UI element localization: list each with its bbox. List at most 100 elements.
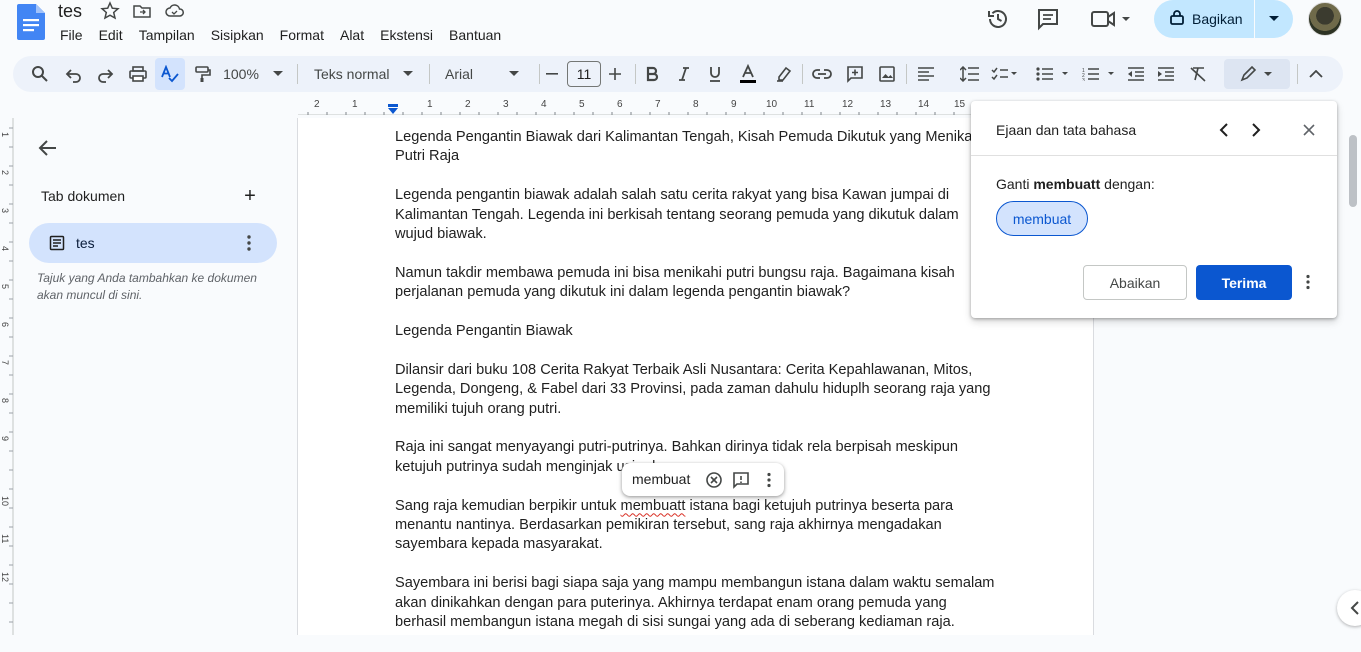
horizontal-ruler[interactable]: 2 1 1 2 3 4 5 6 7 8 9 10 11 12 13 14 15 bbox=[298, 97, 978, 115]
underline-icon[interactable] bbox=[703, 56, 727, 92]
paragraph-style-value: Teks normal bbox=[314, 66, 390, 82]
vruler-mark: 6 bbox=[0, 322, 10, 328]
indent-decrease-icon[interactable] bbox=[1123, 56, 1149, 92]
more-vert-icon[interactable] bbox=[760, 471, 778, 489]
replace-instruction: Ganti membuatt dengan: bbox=[996, 176, 1155, 192]
accept-button[interactable]: Terima bbox=[1196, 265, 1292, 300]
menu-view[interactable]: Tampilan bbox=[131, 24, 203, 46]
vruler-mark: 7 bbox=[0, 360, 10, 366]
formatting-toolbar: 100% Teks normal Arial 11 1 2 3 bbox=[13, 56, 1343, 92]
paragraph-style-select[interactable]: Teks normal bbox=[307, 56, 419, 92]
menu-extensions[interactable]: Ekstensi bbox=[372, 24, 441, 46]
font-family-select[interactable]: Arial bbox=[439, 56, 537, 92]
paint-format-icon[interactable] bbox=[189, 56, 215, 92]
paragraph[interactable]: Sayembara ini berisi bagi siapa saja yan… bbox=[395, 574, 1000, 632]
line-spacing-icon[interactable] bbox=[957, 56, 983, 92]
redo-icon[interactable] bbox=[92, 56, 118, 92]
decrease-font-size-button[interactable] bbox=[543, 56, 561, 92]
paragraph[interactable]: Namun takdir membawa pemuda ini bisa men… bbox=[395, 264, 1000, 303]
inline-suggested-word[interactable]: membuat bbox=[632, 471, 690, 487]
paragraph-with-error[interactable]: Sang raja kemudian berpikir untuk membua… bbox=[395, 497, 1000, 555]
menu-tools[interactable]: Alat bbox=[332, 24, 372, 46]
menu-edit[interactable]: Edit bbox=[91, 24, 131, 46]
ruler-mark: 2 bbox=[465, 99, 471, 110]
image-icon[interactable] bbox=[874, 56, 900, 92]
tabs-hint-text: Tajuk yang Anda tambahkan ke dokumen aka… bbox=[37, 271, 257, 302]
share-button[interactable]: Bagikan bbox=[1154, 0, 1293, 38]
paragraph[interactable]: Dilansir dari buku 108 Cerita Rakyat Ter… bbox=[395, 361, 1000, 419]
ruler-mark: 15 bbox=[954, 99, 966, 110]
inline-spelling-suggestion[interactable]: membuat bbox=[622, 463, 784, 496]
version-history-icon[interactable] bbox=[985, 6, 1011, 32]
account-avatar[interactable] bbox=[1308, 2, 1342, 36]
font-size-input[interactable]: 11 bbox=[567, 61, 601, 87]
misspelled-word: membuatt bbox=[1033, 176, 1101, 192]
more-vert-icon[interactable] bbox=[1299, 273, 1317, 291]
move-folder-icon[interactable] bbox=[132, 1, 152, 21]
collapse-icon[interactable] bbox=[1303, 56, 1329, 92]
close-icon[interactable] bbox=[1298, 119, 1320, 141]
ignore-button[interactable]: Abaikan bbox=[1083, 265, 1187, 300]
menu-insert[interactable]: Sisipkan bbox=[203, 24, 272, 46]
ruler-mark: 11 bbox=[804, 99, 815, 110]
star-icon[interactable] bbox=[100, 1, 120, 21]
chevron-left-icon[interactable] bbox=[1213, 119, 1235, 141]
menu-help[interactable]: Bantuan bbox=[441, 24, 509, 46]
undo-icon[interactable] bbox=[61, 56, 87, 92]
back-arrow-icon[interactable] bbox=[36, 136, 60, 160]
document-body[interactable]: Legenda Pengantin Biawak dari Kalimantan… bbox=[395, 128, 1000, 652]
suggestion-chip[interactable]: membuat bbox=[996, 201, 1088, 236]
divider bbox=[971, 155, 1337, 156]
meet-icon[interactable] bbox=[1090, 8, 1136, 30]
share-label: Bagikan bbox=[1192, 11, 1243, 27]
vruler-mark: 5 bbox=[0, 284, 10, 290]
misspelled-word-highlight[interactable]: membuatt bbox=[621, 498, 686, 514]
vertical-ruler[interactable]: 1 2 3 4 5 6 7 8 9 10 11 12 bbox=[0, 118, 14, 635]
bold-icon[interactable] bbox=[640, 56, 664, 92]
more-vert-icon[interactable] bbox=[239, 233, 259, 253]
chevron-right-icon[interactable] bbox=[1245, 119, 1267, 141]
increase-font-size-button[interactable] bbox=[605, 56, 625, 92]
ruler-ticks bbox=[298, 112, 978, 115]
paragraph[interactable]: Legenda Pengantin Biawak dari Kalimantan… bbox=[395, 128, 1000, 167]
ruler-mark: 5 bbox=[579, 99, 585, 110]
document-title[interactable]: tes bbox=[58, 0, 82, 22]
add-tab-button[interactable]: + bbox=[240, 186, 260, 206]
vertical-scrollbar[interactable] bbox=[1349, 135, 1357, 207]
edit-mode-icon[interactable] bbox=[1224, 59, 1290, 89]
ruler-mark: 6 bbox=[617, 99, 623, 110]
menu-format[interactable]: Format bbox=[272, 24, 332, 46]
paragraph[interactable]: Legenda pengantin biawak adalah salah sa… bbox=[395, 186, 1000, 244]
print-icon[interactable] bbox=[125, 56, 151, 92]
menu-file[interactable]: File bbox=[52, 24, 91, 46]
docs-logo-icon[interactable] bbox=[17, 4, 45, 40]
paragraph[interactable]: Legenda Pengantin Biawak bbox=[395, 322, 1000, 341]
vruler-mark: 4 bbox=[0, 246, 10, 252]
checklist-icon[interactable] bbox=[989, 56, 1019, 92]
text-color-icon[interactable] bbox=[735, 56, 761, 92]
align-icon[interactable] bbox=[913, 56, 939, 92]
link-icon[interactable] bbox=[809, 56, 835, 92]
share-dropdown-icon[interactable] bbox=[1254, 0, 1293, 38]
expand-side-panel-button[interactable] bbox=[1337, 590, 1361, 626]
vruler-mark: 12 bbox=[0, 572, 10, 583]
zoom-select[interactable]: 100% bbox=[219, 56, 287, 92]
vruler-mark: 11 bbox=[0, 534, 10, 544]
numbered-list-icon[interactable]: 123 bbox=[1081, 56, 1115, 92]
ignore-circle-x-icon[interactable] bbox=[705, 471, 723, 489]
highlight-icon[interactable] bbox=[771, 56, 797, 92]
italic-icon[interactable] bbox=[672, 56, 696, 92]
font-family-value: Arial bbox=[445, 66, 474, 82]
tab-item-tes[interactable]: tes bbox=[29, 223, 277, 263]
bullet-list-icon[interactable] bbox=[1035, 56, 1069, 92]
feedback-icon[interactable] bbox=[732, 471, 750, 489]
ruler-mark: 1 bbox=[352, 99, 358, 110]
clear-format-icon[interactable] bbox=[1185, 56, 1211, 92]
indent-increase-icon[interactable] bbox=[1153, 56, 1179, 92]
comment-add-icon[interactable] bbox=[842, 56, 868, 92]
spelling-grammar-panel: Ejaan dan tata bahasa Ganti membuatt den… bbox=[971, 101, 1337, 318]
search-icon[interactable] bbox=[27, 56, 53, 92]
cloud-status-icon[interactable] bbox=[164, 1, 184, 21]
spellcheck-icon[interactable] bbox=[155, 58, 185, 90]
comments-icon[interactable] bbox=[1035, 6, 1061, 32]
